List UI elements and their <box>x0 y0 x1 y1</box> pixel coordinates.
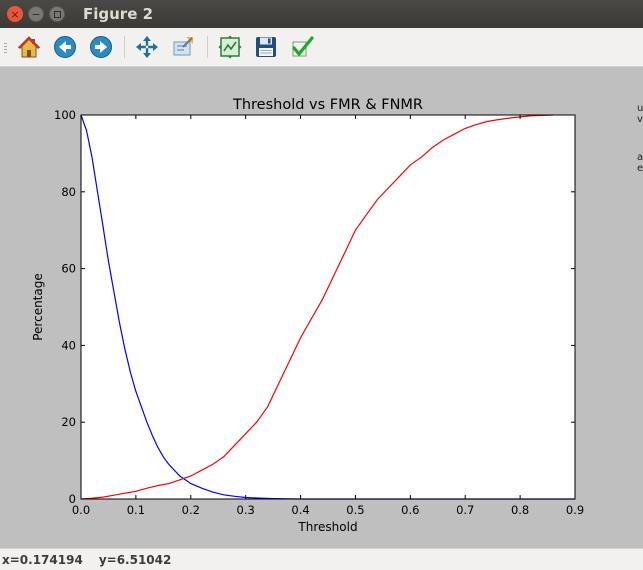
title-bar: × − Figure 2 <box>0 0 643 28</box>
pan-button[interactable] <box>135 35 159 59</box>
y-tick-label: 100 <box>54 108 76 122</box>
y-tick-label: 20 <box>61 415 76 429</box>
forward-arrow-icon <box>90 36 112 58</box>
maximize-window-button[interactable] <box>49 6 65 22</box>
close-window-button[interactable]: × <box>7 6 23 22</box>
edit-parameters-button[interactable] <box>290 35 314 59</box>
toolbar <box>0 28 643 67</box>
checkmark-icon <box>292 36 314 57</box>
cursor-y-readout: y=6.51042 <box>98 552 172 567</box>
back-arrow-icon <box>54 36 76 58</box>
home-button[interactable] <box>17 35 41 59</box>
save-button[interactable] <box>254 35 278 59</box>
x-tick-label: 0.5 <box>346 503 364 517</box>
toolbar-separator <box>207 36 208 58</box>
close-icon: × <box>10 7 20 21</box>
toolbar-grip[interactable] <box>4 43 7 53</box>
home-icon <box>17 36 41 58</box>
chart-title: Threshold vs FMR & FNMR <box>232 97 423 113</box>
cursor-x-readout: x=0.174194 <box>2 552 83 567</box>
y-tick-label: 40 <box>61 338 76 352</box>
x-tick-label: 0.3 <box>237 503 255 517</box>
maximize-icon <box>53 10 61 18</box>
chart: 0.0 0.1 0.2 0.3 0.4 0.5 0.6 0.7 0.8 0.90204060801… <box>31 97 584 534</box>
clipped-background-text: uv <box>637 103 643 125</box>
forward-button[interactable] <box>89 35 113 59</box>
x-tick-label: 0.4 <box>291 503 309 517</box>
x-axis-label: Threshold <box>297 520 357 534</box>
toolbar-separator <box>124 36 125 58</box>
back-button[interactable] <box>53 35 77 59</box>
y-tick-label: 60 <box>61 262 76 276</box>
x-tick-label: 0.2 <box>182 503 200 517</box>
zoom-rect-icon <box>173 37 193 56</box>
y-axis-label: Percentage <box>31 273 45 341</box>
minimize-window-button[interactable]: − <box>28 6 44 22</box>
window-title: Figure 2 <box>83 5 154 23</box>
minimize-icon: − <box>31 7 41 21</box>
configure-subplots-button[interactable] <box>218 35 242 59</box>
pan-move-icon <box>136 36 158 58</box>
save-floppy-icon <box>256 37 276 57</box>
y-tick-label: 0 <box>69 492 76 506</box>
configure-subplots-icon <box>218 35 242 59</box>
clipped-background-text: ae <box>637 152 643 174</box>
status-bar: x=0.174194 y=6.51042 <box>0 548 643 570</box>
y-tick-label: 80 <box>61 185 76 199</box>
x-tick-label: 0.9 <box>566 503 584 517</box>
x-tick-label: 0.8 <box>511 503 529 517</box>
x-tick-label: 0.7 <box>456 503 474 517</box>
x-tick-label: 0.1 <box>127 503 145 517</box>
figure-canvas[interactable]: 0.0 0.1 0.2 0.3 0.4 0.5 0.6 0.7 0.8 0.9 0 20 40 60 80 1… <box>0 67 643 548</box>
x-tick-label: 0.6 <box>401 503 419 517</box>
zoom-button[interactable] <box>171 35 195 59</box>
